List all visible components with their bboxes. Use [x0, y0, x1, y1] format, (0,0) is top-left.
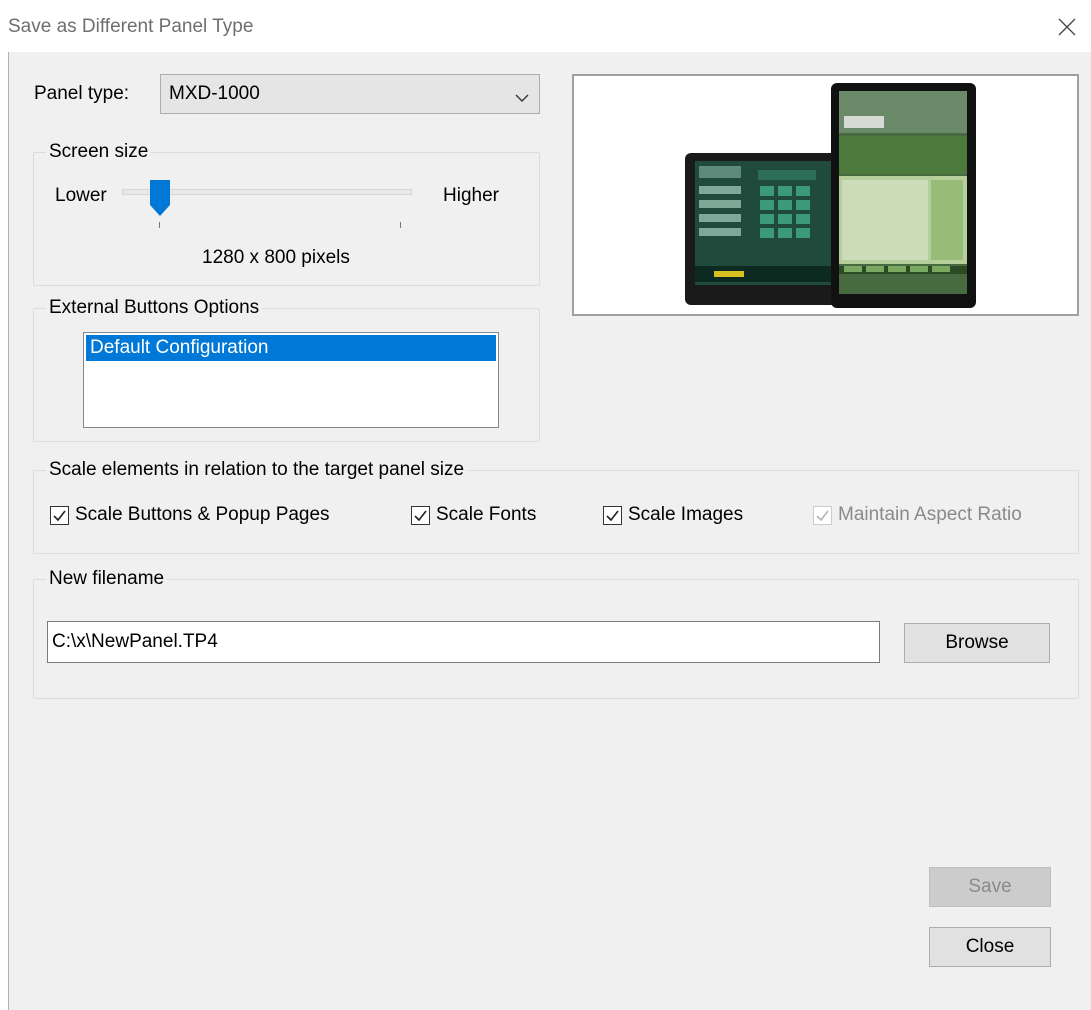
checkbox-checked-icon [813, 505, 832, 525]
external-buttons-list[interactable]: Default Configuration [83, 332, 499, 428]
chevron-down-icon [515, 87, 529, 109]
filename-input[interactable]: C:\x\NewPanel.TP4 [47, 621, 880, 663]
maintain-aspect-ratio-label: Maintain Aspect Ratio [838, 504, 1022, 525]
dialog-body: Panel type: MXD-1000 Screen size Lower H… [8, 52, 1091, 1010]
scale-buttons-checkbox[interactable]: Scale Buttons & Popup Pages [50, 502, 330, 528]
screen-size-slider-thumb[interactable] [149, 179, 171, 223]
save-button: Save [929, 867, 1051, 907]
screen-size-legend: Screen size [46, 140, 152, 164]
panel-type-select[interactable]: MXD-1000 [160, 74, 540, 114]
resolution-text: 1280 x 800 pixels [202, 247, 350, 268]
scale-fonts-label: Scale Fonts [436, 504, 537, 525]
checkbox-checked-icon [603, 505, 622, 525]
panel-type-value: MXD-1000 [169, 83, 260, 104]
new-filename-legend: New filename [46, 567, 168, 591]
checkbox-checked-icon [411, 505, 430, 525]
external-buttons-legend: External Buttons Options [46, 296, 263, 320]
maintain-aspect-ratio-checkbox: Maintain Aspect Ratio [813, 502, 1022, 528]
slider-tick [400, 222, 401, 228]
list-item[interactable]: Default Configuration [86, 335, 496, 361]
slider-tick [159, 222, 160, 228]
scale-images-label: Scale Images [628, 504, 744, 525]
scale-legend: Scale elements in relation to the target… [46, 458, 468, 482]
slider-higher-label: Higher [443, 185, 499, 206]
browse-button[interactable]: Browse [904, 623, 1050, 663]
panel-preview-image [572, 74, 1079, 316]
scale-images-checkbox[interactable]: Scale Images [603, 502, 743, 528]
scale-buttons-label: Scale Buttons & Popup Pages [75, 504, 330, 525]
title-bar: Save as Different Panel Type [0, 0, 1091, 52]
close-button[interactable]: Close [929, 927, 1051, 967]
panel-type-label: Panel type: [34, 83, 130, 104]
close-icon[interactable] [1050, 10, 1084, 44]
checkbox-checked-icon [50, 505, 69, 525]
window-title: Save as Different Panel Type [8, 16, 254, 37]
scale-fonts-checkbox[interactable]: Scale Fonts [411, 502, 536, 528]
slider-lower-label: Lower [55, 185, 107, 206]
